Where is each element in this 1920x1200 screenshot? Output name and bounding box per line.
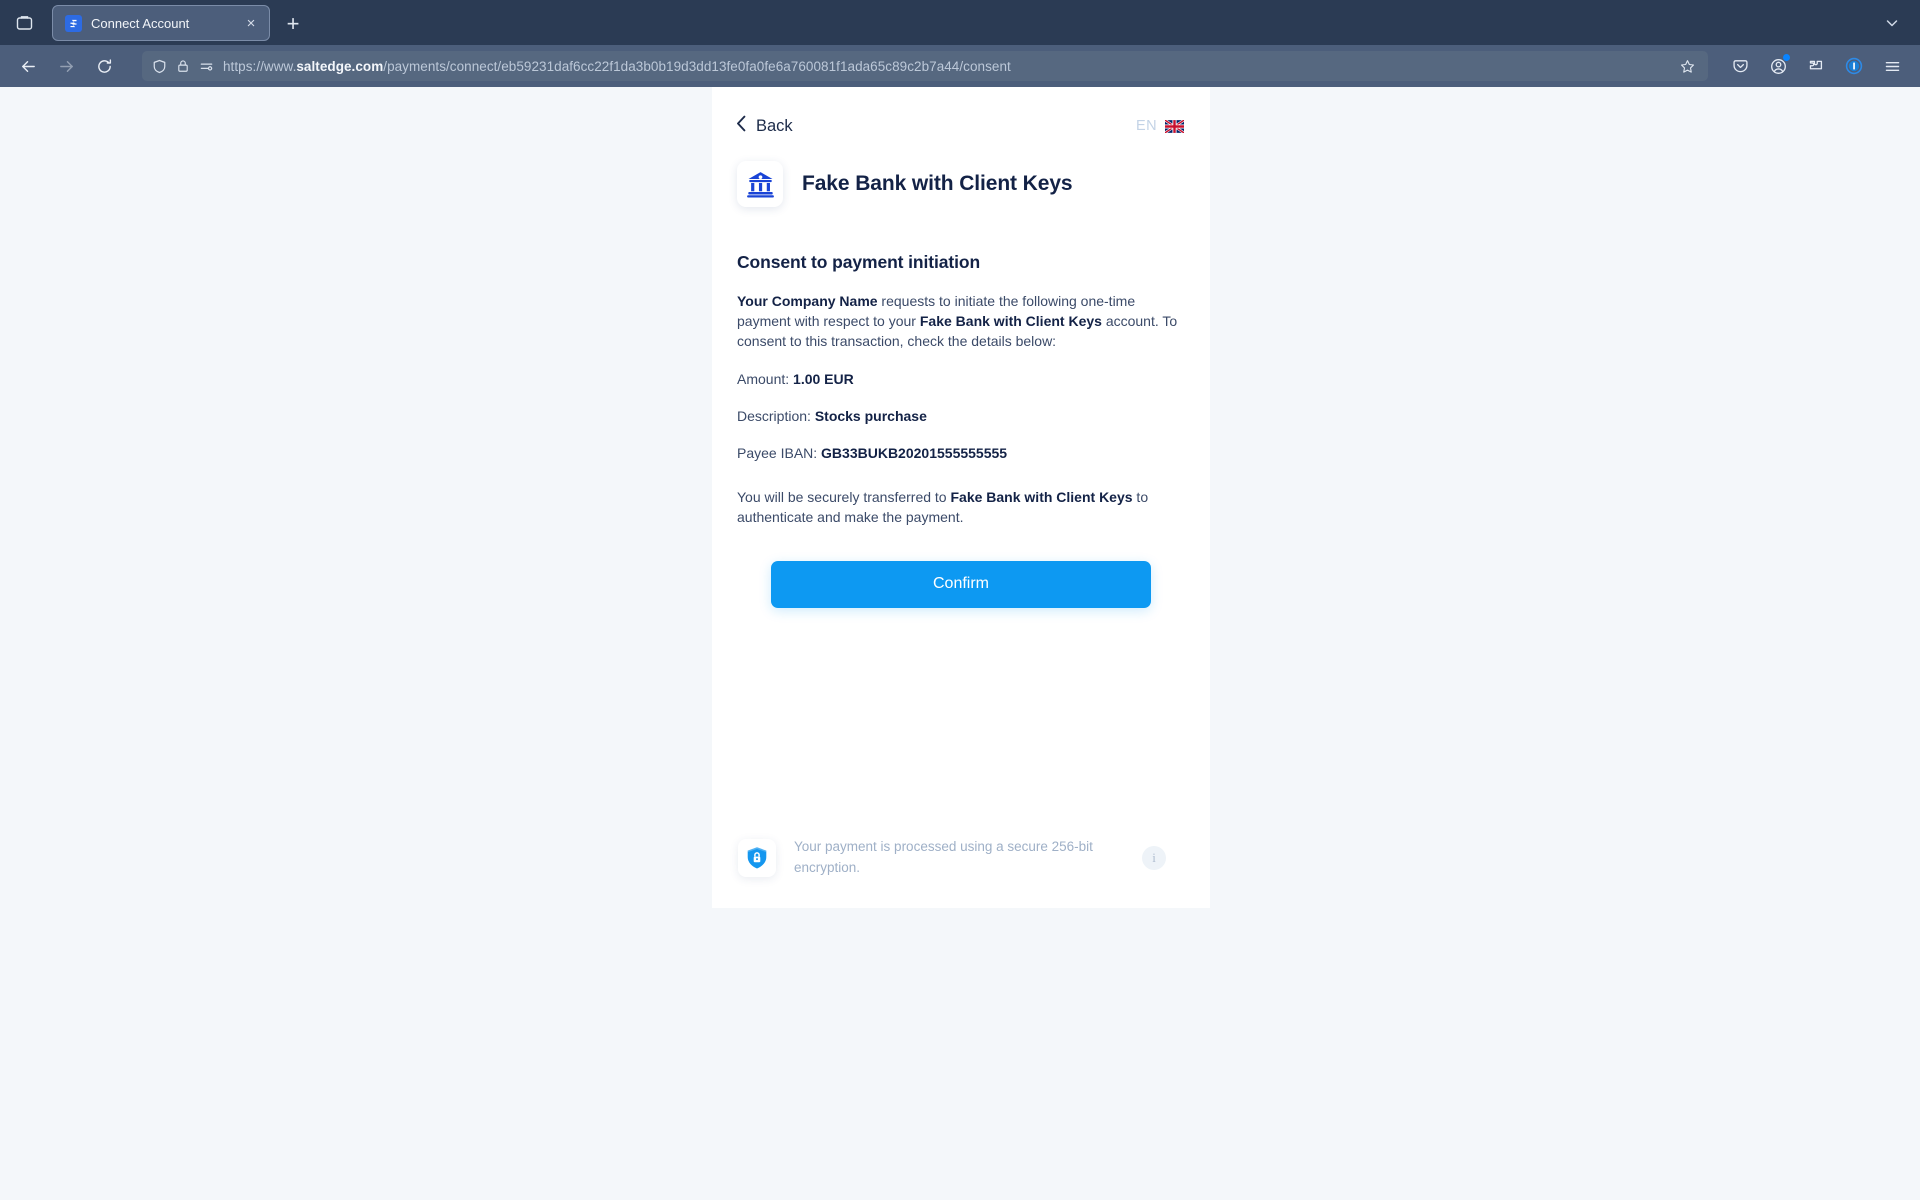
navigation-toolbar: https://www.saltedge.com/payments/connec… bbox=[0, 45, 1920, 87]
tab-strip: Connect Account × + bbox=[0, 0, 1920, 45]
url-host: saltedge.com bbox=[296, 58, 384, 74]
saltedge-favicon bbox=[65, 14, 82, 32]
url-bar[interactable]: https://www.saltedge.com/payments/connec… bbox=[142, 51, 1708, 81]
padlock-icon[interactable] bbox=[176, 59, 190, 73]
language-selector[interactable]: EN bbox=[1136, 118, 1184, 134]
sidebar-toggle-icon[interactable] bbox=[4, 3, 44, 43]
description-value: Stocks purchase bbox=[814, 407, 927, 424]
new-tab-button[interactable]: + bbox=[276, 7, 310, 41]
intro-bank-name: Fake Bank with Client Keys bbox=[919, 313, 1102, 330]
transfer-notice: You will be securely transferred to Fake… bbox=[734, 487, 1186, 527]
detail-description: Description: Stocks purchase bbox=[734, 406, 1186, 426]
description-label: Description: bbox=[737, 407, 815, 424]
back-label: Back bbox=[756, 116, 793, 135]
confirm-button-wrapper: Confirm bbox=[734, 560, 1188, 608]
browser-window: Connect Account × + https://www.saltedge… bbox=[0, 0, 1920, 1200]
detail-payee-iban: Payee IBAN: GB33BUKB20201555555555 bbox=[734, 443, 1186, 463]
language-code: EN bbox=[1136, 118, 1157, 134]
security-footer-text: Your payment is processed using a secure… bbox=[794, 839, 1093, 875]
url-text[interactable]: https://www.saltedge.com/payments/connec… bbox=[223, 59, 1665, 74]
payee-iban-value: GB33BUKB20201555555555 bbox=[821, 445, 1008, 462]
transfer-pre: You will be securely transferred to bbox=[737, 489, 951, 506]
bank-header: Fake Bank with Client Keys bbox=[734, 161, 1188, 207]
chevron-left-icon bbox=[736, 115, 747, 137]
chevron-down-icon[interactable] bbox=[1872, 3, 1912, 43]
close-icon[interactable]: × bbox=[241, 13, 261, 33]
bank-building-icon bbox=[737, 161, 783, 207]
extensions-icon[interactable] bbox=[1798, 50, 1834, 82]
url-path: /payments/connect/eb59231daf6cc22f1da3b0… bbox=[383, 58, 1011, 74]
amount-label: Amount: bbox=[737, 370, 794, 387]
site-permissions-icon[interactable] bbox=[199, 59, 214, 74]
payee-iban-label: Payee IBAN: bbox=[737, 445, 822, 462]
back-arrow-icon[interactable] bbox=[10, 50, 46, 82]
info-icon[interactable]: i bbox=[1142, 845, 1166, 870]
secure-shield-lock-icon bbox=[738, 838, 776, 877]
browser-tab[interactable]: Connect Account × bbox=[52, 5, 270, 41]
company-name: Your Company Name bbox=[737, 293, 878, 309]
toolbar-icons bbox=[1722, 50, 1910, 82]
tracking-protection-shield-icon[interactable] bbox=[152, 59, 167, 74]
account-avatar-icon[interactable] bbox=[1760, 50, 1796, 82]
tab-title: Connect Account bbox=[91, 15, 190, 31]
url-prefix: https://www. bbox=[223, 58, 297, 74]
card-header-row: Back EN bbox=[734, 113, 1188, 139]
account-notification-badge bbox=[1783, 54, 1790, 61]
bookmark-star-icon[interactable] bbox=[1674, 53, 1700, 79]
hamburger-menu-icon[interactable] bbox=[1874, 50, 1910, 82]
page-viewport: Back EN Fake Bank with Client Keys Conse… bbox=[0, 87, 1920, 1200]
transfer-bank-name: Fake Bank with Client Keys bbox=[950, 489, 1133, 506]
confirm-button[interactable]: Confirm bbox=[771, 560, 1151, 608]
detail-amount: Amount: 1.00 EUR bbox=[734, 369, 1186, 389]
forward-arrow-icon[interactable] bbox=[48, 50, 84, 82]
page-title: Consent to payment initiation bbox=[737, 252, 981, 272]
security-footer: Your payment is processed using a secure… bbox=[734, 837, 1188, 878]
amount-value: 1.00 EUR bbox=[793, 370, 854, 387]
consent-intro-paragraph: Your Company Name requests to initiate t… bbox=[734, 291, 1186, 352]
consent-card: Back EN Fake Bank with Client Keys Conse… bbox=[712, 87, 1210, 908]
back-button[interactable]: Back bbox=[736, 115, 793, 137]
save-to-pocket-icon[interactable] bbox=[1722, 50, 1758, 82]
reload-icon[interactable] bbox=[86, 50, 122, 82]
container-tabs-icon[interactable] bbox=[1836, 50, 1872, 82]
uk-flag-icon bbox=[1165, 119, 1184, 133]
bank-name: Fake Bank with Client Keys bbox=[802, 172, 1073, 195]
